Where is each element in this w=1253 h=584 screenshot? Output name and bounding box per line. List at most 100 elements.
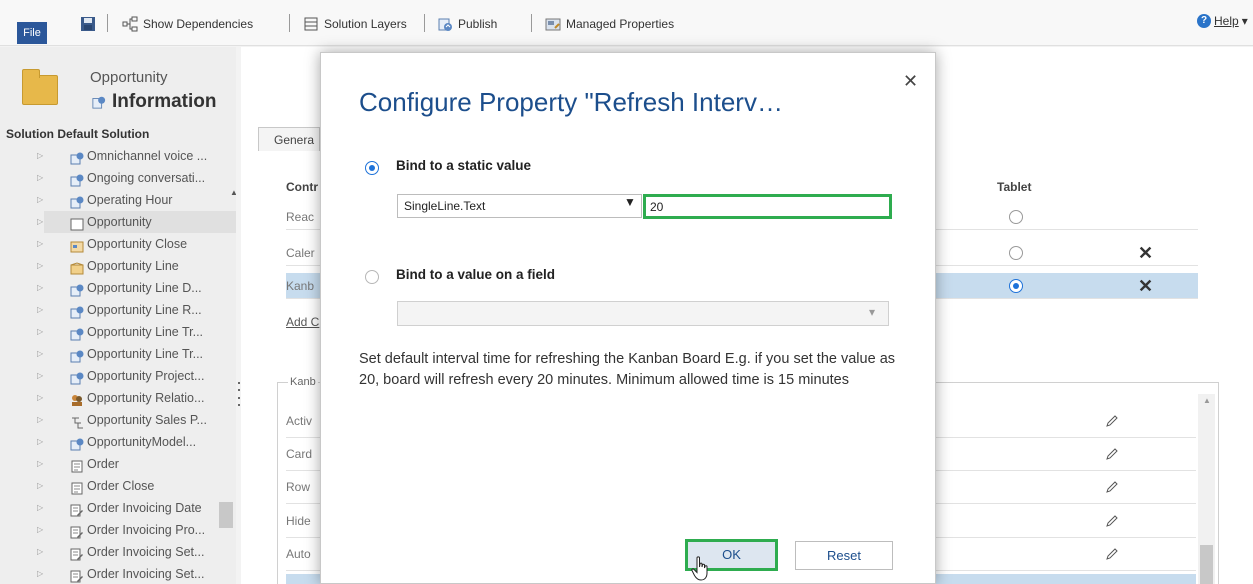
box-icon (70, 260, 84, 275)
expand-triangle-icon[interactable]: ▷ (37, 519, 43, 541)
control-row-label: Caler (286, 246, 315, 260)
tree-item[interactable]: ▷ Opportunity Sales P... (0, 409, 236, 431)
expand-triangle-icon[interactable]: ▷ (37, 343, 43, 365)
expand-triangle-icon[interactable]: ▷ (37, 321, 43, 343)
help-label: Help (1214, 14, 1239, 28)
show-dependencies-button[interactable]: Show Dependencies (122, 14, 253, 34)
tree-item[interactable]: ▷ Omnichannel voice ... (0, 145, 236, 167)
field-value-label[interactable]: Bind to a value on a field (396, 267, 555, 282)
static-value-input[interactable]: 20 (643, 194, 892, 219)
pane-splitter[interactable] (238, 382, 240, 406)
pencil-icon[interactable] (1104, 546, 1120, 562)
tablet-column-header: Tablet (997, 180, 1032, 194)
tree-item-label: Opportunity (87, 215, 152, 229)
solution-label: Solution Default Solution (6, 127, 150, 141)
tree-item[interactable]: ▷ Order Close (0, 475, 236, 497)
field-select[interactable] (397, 301, 889, 326)
expand-triangle-icon[interactable]: ▷ (37, 453, 43, 475)
static-value-radio[interactable] (365, 161, 379, 175)
tree-item-label: Order (87, 457, 119, 471)
expand-triangle-icon[interactable]: ▷ (37, 387, 43, 409)
expand-triangle-icon[interactable]: ▷ (37, 563, 43, 584)
tree-scroll-up-icon[interactable]: ▲ (230, 188, 236, 197)
tree-item[interactable]: ▷ OpportunityModel... (0, 431, 236, 453)
expand-triangle-icon[interactable]: ▷ (37, 145, 43, 167)
property-row-label: Hide (286, 514, 311, 528)
properties-scrollbar-thumb[interactable] (1200, 545, 1213, 584)
close-icon[interactable]: ✕ (903, 71, 918, 92)
property-row-label: Card (286, 447, 313, 461)
dialog-title: Configure Property "Refresh Interv… (359, 87, 783, 117)
tree-scrollbar-thumb[interactable] (219, 502, 233, 528)
expand-triangle-icon[interactable]: ▷ (37, 233, 43, 255)
publish-button[interactable]: Publish (437, 14, 497, 34)
tablet-radio[interactable] (1009, 210, 1023, 224)
tree-item-label: Opportunity Project... (87, 369, 205, 383)
tree-item[interactable]: ▷ Order (0, 453, 236, 475)
file-button[interactable]: File (17, 22, 47, 44)
expand-triangle-icon[interactable]: ▷ (37, 189, 43, 211)
type-select[interactable]: SingleLine.Text (397, 194, 642, 218)
tree-item[interactable]: ▷ Opportunity Project... (0, 365, 236, 387)
tree-item-label: Order Invoicing Pro... (87, 523, 206, 537)
pencil-icon[interactable] (1104, 513, 1120, 529)
remove-icon[interactable]: ✕ (1138, 240, 1153, 266)
expand-triangle-icon[interactable]: ▷ (37, 365, 43, 387)
entity-icon (70, 370, 84, 385)
solution-layers-label: Solution Layers (324, 17, 407, 31)
entity-icon (70, 150, 84, 165)
expand-triangle-icon[interactable]: ▷ (37, 409, 43, 431)
tree-item[interactable]: ▷ Order Invoicing Set... (0, 563, 236, 584)
tree-item[interactable]: ▷ Opportunity Line Tr... (0, 321, 236, 343)
tree-item[interactable]: ▷ Opportunity Line D... (0, 277, 236, 299)
expand-triangle-icon[interactable]: ▷ (37, 277, 43, 299)
tree-item[interactable]: ▷ Ongoing conversati... (0, 167, 236, 189)
tablet-radio[interactable] (1009, 279, 1023, 293)
tree-item[interactable]: ▷ Opportunity Line Tr... (0, 343, 236, 365)
add-control-link[interactable]: Add C (286, 315, 319, 329)
expand-triangle-icon[interactable]: ▷ (37, 541, 43, 563)
expand-triangle-icon[interactable]: ▷ (37, 211, 43, 233)
tree-item[interactable]: ▷ Opportunity Close (0, 233, 236, 255)
scroll-up-icon[interactable]: ▲ (1203, 396, 1211, 405)
field-value-radio[interactable] (365, 270, 379, 284)
property-row-label: Row (286, 480, 311, 494)
chevron-down-icon[interactable]: ▾ (869, 305, 875, 319)
tree-item[interactable]: ▷ Opportunity Line R... (0, 299, 236, 321)
tree-item-label: Operating Hour (87, 193, 173, 207)
save-button[interactable] (80, 14, 96, 34)
tree-item[interactable]: ▷ Order Invoicing Pro... (0, 519, 236, 541)
pencil-icon[interactable] (1104, 446, 1120, 462)
remove-icon[interactable]: ✕ (1138, 273, 1153, 299)
tree-item[interactable]: ▷ Operating Hour (0, 189, 236, 211)
tree-item[interactable]: ▷ Order Invoicing Date (0, 497, 236, 519)
folder-icon (22, 69, 58, 105)
pencil-icon[interactable] (1104, 479, 1120, 495)
expand-triangle-icon[interactable]: ▷ (37, 299, 43, 321)
help-menu[interactable]: ? Help ▾ (1197, 14, 1248, 28)
entity-icon (70, 282, 84, 297)
chevron-down-icon[interactable]: ▼ (624, 195, 636, 209)
expand-triangle-icon[interactable]: ▷ (37, 497, 43, 519)
tree-item[interactable]: ▷ Opportunity Relatio... (0, 387, 236, 409)
document-icon (70, 480, 84, 495)
reset-button[interactable]: Reset (795, 541, 893, 570)
expand-triangle-icon[interactable]: ▷ (37, 431, 43, 453)
static-value-label[interactable]: Bind to a static value (396, 158, 531, 173)
control-row-label: Kanb (286, 279, 315, 293)
tree-item-label: Opportunity Sales P... (87, 413, 207, 427)
solution-layers-button[interactable]: Solution Layers (303, 14, 407, 34)
expand-triangle-icon[interactable]: ▷ (37, 167, 43, 189)
tab-general[interactable]: Genera (258, 127, 320, 151)
managed-properties-button[interactable]: Managed Properties (545, 14, 674, 34)
tree-item-label: Opportunity Close (87, 237, 188, 251)
tree-item-label: Order Invoicing Set... (87, 567, 205, 581)
expand-triangle-icon[interactable]: ▷ (37, 255, 43, 277)
tablet-radio[interactable] (1009, 246, 1023, 260)
pencil-icon[interactable] (1104, 413, 1120, 429)
edit-doc-icon (70, 546, 84, 561)
tree-item[interactable]: ▷ Opportunity (37, 211, 236, 233)
tree-item[interactable]: ▷ Order Invoicing Set... (0, 541, 236, 563)
expand-triangle-icon[interactable]: ▷ (37, 475, 43, 497)
tree-item[interactable]: ▷ Opportunity Line (0, 255, 236, 277)
